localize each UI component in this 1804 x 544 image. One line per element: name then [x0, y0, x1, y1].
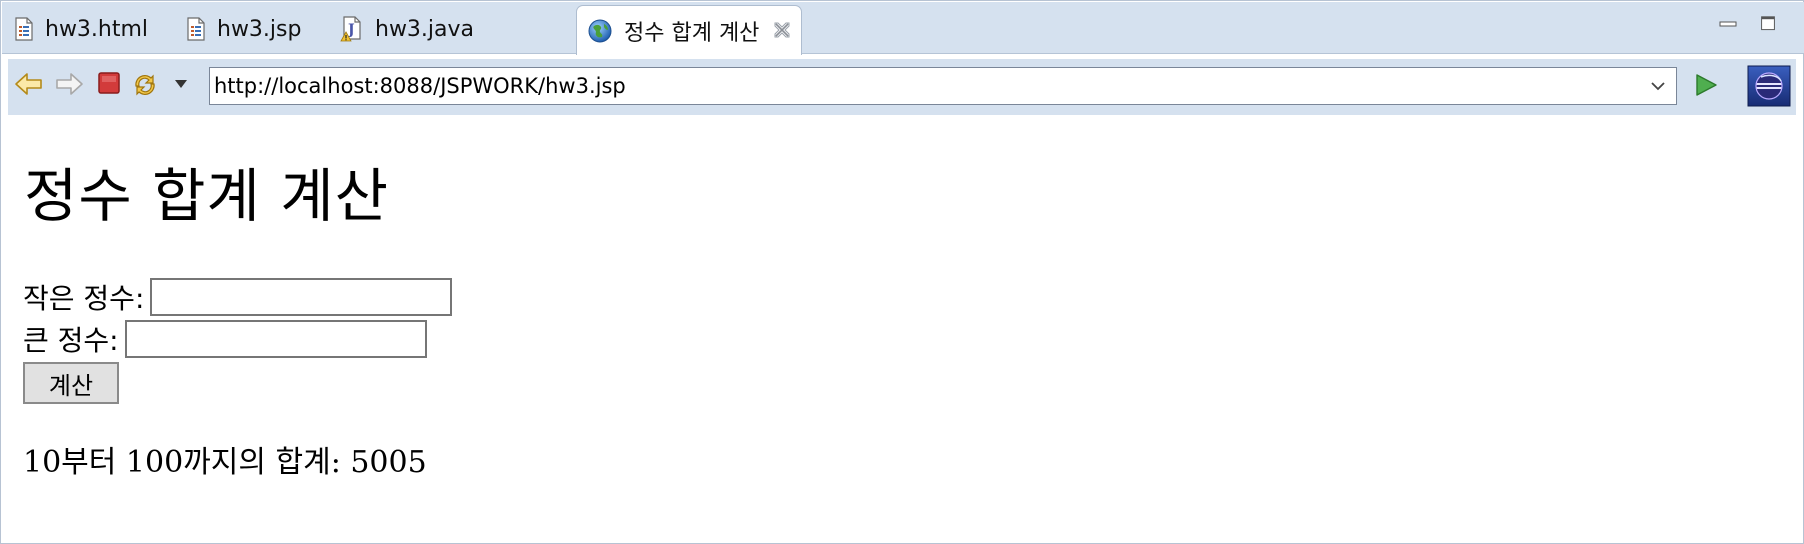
browser-toolbar	[8, 59, 1796, 115]
stop-icon	[98, 72, 120, 94]
page-title: 정수 합계 계산	[24, 162, 390, 230]
html-file-icon	[15, 17, 33, 41]
tab-hw3-html[interactable]: hw3.html	[14, 6, 148, 52]
history-dropdown-button[interactable]	[174, 79, 188, 89]
refresh-button[interactable]	[131, 71, 159, 99]
globe-icon	[588, 19, 612, 42]
browser-window: hw3.html hw3.jsp J hw3.java 정수 합계 계산 htt…	[0, 0, 1804, 544]
small-integer-input[interactable]	[150, 278, 453, 316]
stop-button[interactable]	[97, 71, 121, 95]
tab-hw3-java[interactable]: J hw3.java	[340, 6, 474, 52]
url-input[interactable]	[210, 74, 1614, 98]
calculate-button[interactable]: 계산	[23, 362, 119, 404]
tab-label: 정수 합계 계산	[624, 20, 760, 46]
chevron-down-icon[interactable]	[1650, 78, 1666, 94]
tab-label: hw3.html	[45, 16, 149, 42]
maximize-icon[interactable]	[1758, 16, 1778, 32]
play-arrow-icon	[1696, 74, 1717, 96]
eclipse-logo	[1747, 65, 1791, 107]
sum-result-text: 10부터 100까지의 합계: 5005	[23, 445, 427, 480]
back-arrow-icon	[15, 73, 42, 95]
go-button[interactable]	[1693, 72, 1719, 98]
editor-tab-bar: hw3.html hw3.jsp J hw3.java 정수 합계 계산	[2, 2, 1804, 55]
small-integer-row: 작은 정수:	[23, 277, 453, 317]
tab-label: hw3.java	[375, 16, 475, 42]
large-integer-label: 큰 정수:	[23, 324, 119, 357]
refresh-icon	[135, 74, 155, 96]
eclipse-icon	[1747, 65, 1791, 107]
forward-button[interactable]	[54, 71, 84, 97]
chevron-down-icon	[175, 80, 187, 88]
small-integer-label: 작은 정수:	[23, 282, 145, 315]
java-file-icon: J	[340, 16, 361, 42]
large-integer-input[interactable]	[124, 320, 427, 358]
forward-arrow-icon	[56, 73, 83, 95]
minimize-icon[interactable]	[1718, 16, 1738, 32]
tab-browser-active[interactable]: 정수 합계 계산	[576, 5, 803, 55]
large-integer-row: 큰 정수:	[23, 319, 427, 359]
tab-label: hw3.jsp	[217, 16, 302, 42]
tab-hw3-jsp[interactable]: hw3.jsp	[186, 6, 301, 52]
page-viewport: 정수 합계 계산 작은 정수: 큰 정수: 계산 10부터 100까지의 합계:…	[1, 117, 1803, 543]
jsp-file-icon	[187, 17, 205, 41]
back-button[interactable]	[14, 71, 44, 97]
address-bar[interactable]	[209, 67, 1677, 105]
close-tab-icon[interactable]	[773, 19, 791, 43]
